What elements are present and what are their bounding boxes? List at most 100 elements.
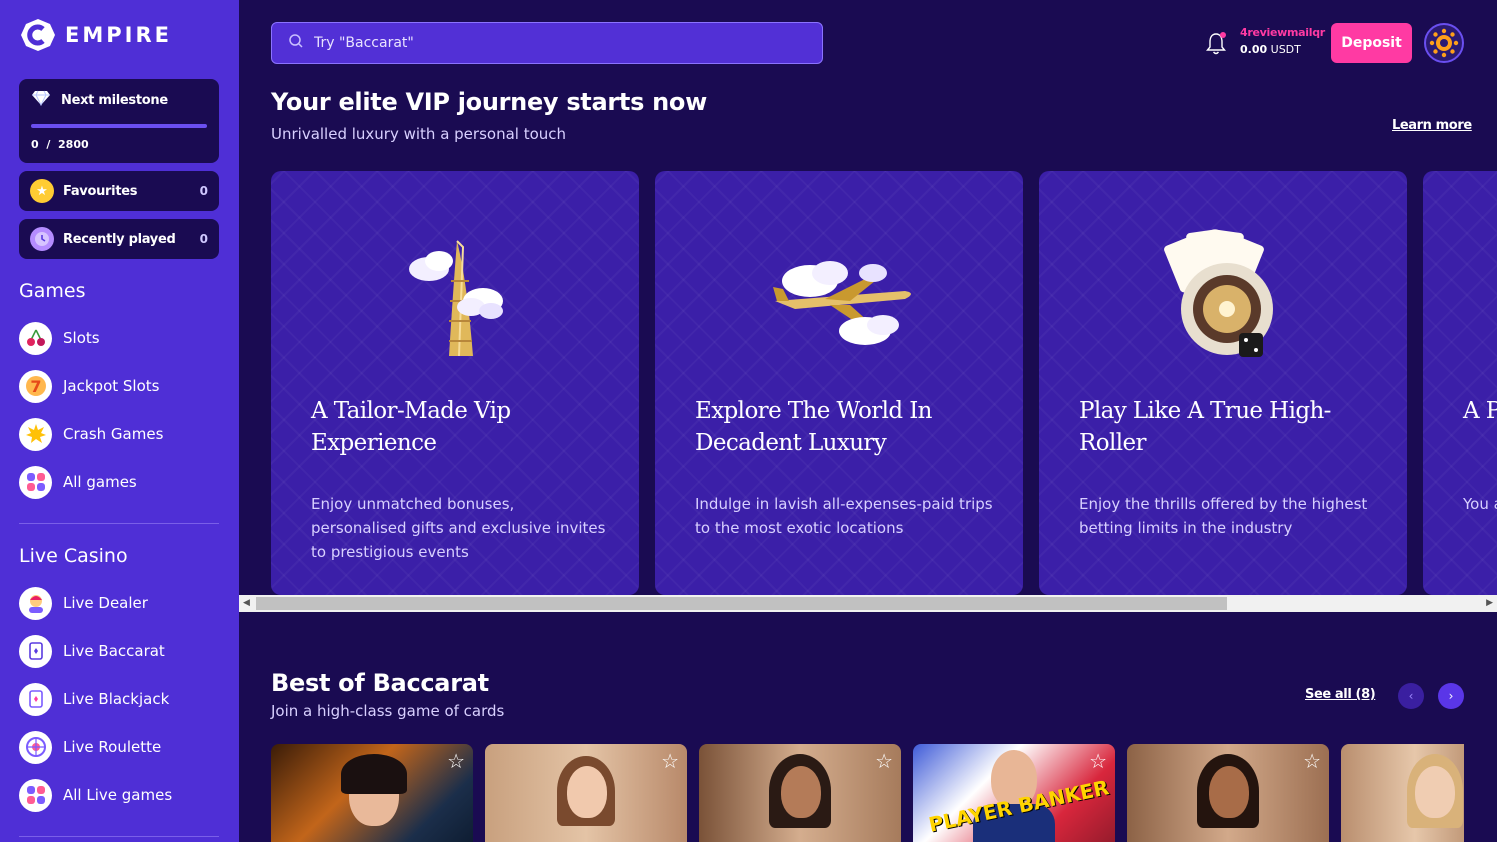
chevron-right-icon: ›	[1448, 689, 1454, 703]
favourite-star-icon[interactable]: ☆	[1089, 749, 1107, 773]
search-bar[interactable]	[271, 22, 823, 64]
cherry-icon	[19, 321, 52, 355]
star-icon: ★	[30, 179, 54, 203]
sidebar-item-all-live-games[interactable]: All Live games	[19, 778, 219, 812]
milestone-current: 0	[31, 138, 39, 151]
scroll-right-arrow-icon[interactable]: ▶	[1486, 598, 1493, 608]
grid-icon	[19, 465, 52, 499]
favourite-star-icon[interactable]: ☆	[1303, 749, 1321, 773]
user-info[interactable]: 4reviewmailqr 0.00 USDT	[1240, 26, 1325, 56]
sidebar-item-label: Slots	[63, 329, 100, 347]
vip-card-desc: Enjoy the thrills offered by the highest…	[1079, 495, 1368, 537]
sidebar-item-label: All Live games	[63, 786, 173, 804]
milestone-target: 2800	[58, 138, 89, 151]
search-icon	[288, 33, 304, 53]
sun-icon	[1429, 28, 1459, 58]
games-section-title: Games	[19, 280, 86, 302]
chevron-left-icon: ‹	[1408, 689, 1414, 703]
notifications-bell-icon[interactable]	[1204, 30, 1228, 56]
carousel-next-button[interactable]: ›	[1438, 683, 1464, 709]
vip-card-title: A Tailor-Made Vip Experience	[311, 398, 511, 456]
vip-subtitle: Unrivalled luxury with a personal touch	[271, 125, 567, 143]
brand-name: EMPIRE	[65, 23, 172, 47]
live-casino-section-title: Live Casino	[19, 545, 128, 567]
sidebar-item-jackpot-slots[interactable]: 7 Jackpot Slots	[19, 369, 219, 403]
vip-card-desc: Enjoy unmatched bonuses, personalised gi…	[311, 495, 606, 561]
cards-icon	[19, 634, 52, 668]
recently-played-button[interactable]: Recently played 0	[19, 219, 219, 259]
sidebar-item-label: Live Blackjack	[63, 690, 170, 708]
vip-cards-carousel: A Tailor-Made Vip Experience Enjoy unmat…	[271, 171, 1497, 595]
sidebar-item-label: Live Dealer	[63, 594, 148, 612]
seven-icon: 7	[19, 369, 52, 403]
favourite-star-icon[interactable]: ☆	[875, 749, 893, 773]
milestone-separator: /	[46, 138, 51, 151]
game-tile[interactable]: PLAYER BANKER ☆	[913, 744, 1115, 842]
game-tile[interactable]: ☆	[485, 744, 687, 842]
sidebar-divider	[19, 523, 219, 524]
game-tile[interactable]: ☆	[1127, 744, 1329, 842]
roulette-cards-icon	[1039, 221, 1407, 371]
vip-card-desc: Indulge in lavish all-expenses-paid trip…	[695, 495, 993, 537]
favourite-star-icon[interactable]: ☆	[447, 749, 465, 773]
sidebar-item-live-blackjack[interactable]: Live Blackjack	[19, 682, 219, 716]
sidebar-item-label: Jackpot Slots	[63, 377, 160, 395]
deposit-button[interactable]: Deposit	[1331, 23, 1412, 63]
logo[interactable]: EMPIRE	[19, 18, 172, 52]
milestone-progress-bar	[31, 124, 207, 128]
milestone-card[interactable]: Next milestone 0 / 2800	[19, 79, 219, 163]
see-all-link[interactable]: See all (8)	[1305, 687, 1376, 702]
sidebar: EMPIRE Next milestone 0 / 2800 ★ Favouri…	[0, 0, 239, 842]
avatar[interactable]	[1424, 23, 1464, 63]
favourites-label: Favourites	[63, 183, 138, 199]
username: 4reviewmailqr	[1240, 26, 1325, 39]
game-tile[interactable]: ☆	[271, 744, 473, 842]
sidebar-item-live-roulette[interactable]: Live Roulette	[19, 730, 219, 764]
sidebar-item-live-dealer[interactable]: Live Dealer	[19, 586, 219, 620]
roulette-icon	[19, 730, 52, 764]
vip-card[interactable]: A P You a pers	[1423, 171, 1497, 595]
vip-card-title: Play Like A True High-Roller	[1079, 398, 1331, 456]
favourites-button[interactable]: ★ Favourites 0	[19, 171, 219, 211]
milestone-progress: 0 / 2800	[31, 138, 207, 151]
sidebar-item-label: Live Baccarat	[63, 642, 165, 660]
vip-card-title: A P	[1463, 398, 1497, 424]
vip-title: Your elite VIP journey starts now	[271, 88, 707, 116]
favourites-count: 0	[199, 184, 208, 198]
favourite-star-icon[interactable]: ☆	[661, 749, 679, 773]
carousel-prev-button[interactable]: ‹	[1398, 683, 1424, 709]
sidebar-item-all-games[interactable]: All games	[19, 465, 219, 499]
sidebar-item-label: Live Roulette	[63, 738, 162, 756]
balance-amount: 0.00	[1240, 43, 1268, 56]
vip-card[interactable]: A Tailor-Made Vip Experience Enjoy unmat…	[271, 171, 639, 595]
sidebar-item-crash-games[interactable]: Crash Games	[19, 417, 219, 451]
horizontal-scrollbar[interactable]: ◀ ▶	[239, 595, 1497, 612]
baccarat-title: Best of Baccarat	[271, 669, 489, 697]
balance: 0.00 USDT	[1240, 43, 1325, 56]
empire-logo-icon	[19, 18, 57, 52]
recently-played-label: Recently played	[63, 231, 176, 247]
dealer-icon	[19, 586, 52, 620]
scroll-left-arrow-icon[interactable]: ◀	[243, 598, 250, 608]
sidebar-item-label: Crash Games	[63, 425, 164, 443]
dealer-hair	[341, 754, 407, 794]
sidebar-item-live-baccarat[interactable]: Live Baccarat	[19, 634, 219, 668]
learn-more-link[interactable]: Learn more	[1392, 118, 1472, 133]
game-tile[interactable]	[1341, 744, 1464, 842]
card-icon	[19, 682, 52, 716]
dealer-image	[567, 766, 607, 818]
baccarat-subtitle: Join a high-class game of cards	[271, 702, 505, 720]
sidebar-item-slots[interactable]: Slots	[19, 321, 219, 355]
plane-icon	[655, 221, 1023, 371]
diamond-icon	[31, 90, 51, 110]
recently-played-count: 0	[199, 232, 208, 246]
sidebar-divider	[19, 836, 219, 837]
vip-card[interactable]: Explore The World In Decadent Luxury Ind…	[655, 171, 1023, 595]
search-input[interactable]	[314, 35, 806, 51]
scrollbar-thumb[interactable]	[256, 597, 1227, 610]
dealer-image	[781, 766, 821, 818]
dealer-image	[1415, 766, 1455, 818]
game-tile[interactable]: ☆	[699, 744, 901, 842]
vip-card[interactable]: Play Like A True High-Roller Enjoy the t…	[1039, 171, 1407, 595]
dealer-image	[1209, 766, 1249, 818]
